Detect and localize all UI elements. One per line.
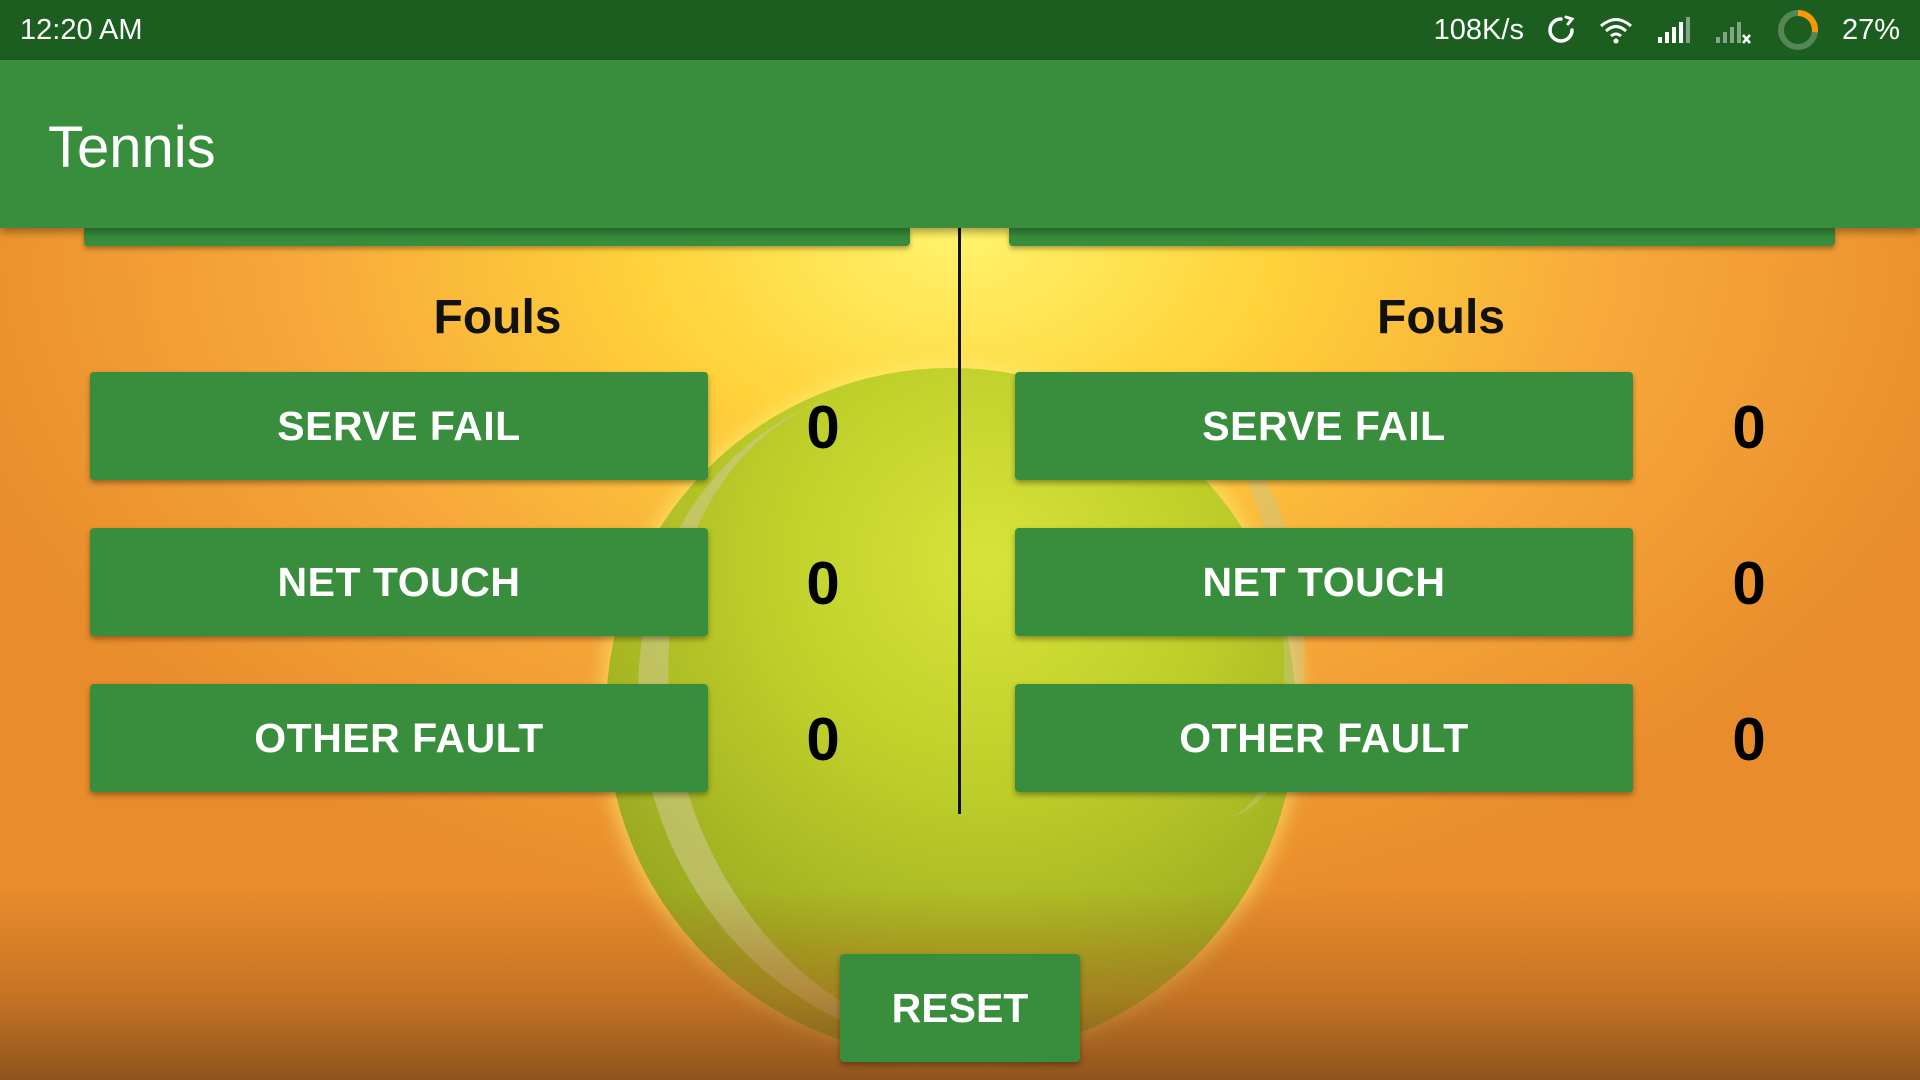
signal-icon [1656, 15, 1692, 45]
team-a-net-touch-button[interactable]: NET TOUCH [90, 528, 708, 636]
battery-percent: 27% [1841, 13, 1900, 46]
signal-no-service-icon [1714, 15, 1754, 45]
team-a-serve-fail-button[interactable]: SERVE FAIL [90, 372, 708, 480]
reset-button[interactable]: RESET [840, 954, 1080, 1062]
team-b-other-fault-button[interactable]: OTHER FAULT [1015, 684, 1633, 792]
team-a-fouls-title: Fouls [433, 291, 562, 344]
team-b-serve-fail-count: 0 [1732, 394, 1766, 461]
team-a-other-fault-count: 0 [806, 706, 840, 773]
team-a-serve-fail-count: 0 [806, 394, 840, 461]
team-a-other-fault-button[interactable]: OTHER FAULT [90, 684, 708, 792]
team-b-other-fault-count: 0 [1732, 706, 1766, 773]
network-speed: 108K/s [1433, 13, 1524, 46]
team-b-net-touch-button[interactable]: NET TOUCH [1015, 528, 1633, 636]
app-bar: Tennis [0, 60, 1920, 228]
team-a-net-touch-count: 0 [806, 550, 840, 617]
battery-ring-icon [1776, 8, 1820, 52]
app-screen: 12:20 AM 108K/s 27% Tennis Fouls SERVE F… [0, 0, 1920, 1080]
status-icons: 108K/s 27% [1434, 8, 1900, 52]
team-b-net-touch-count: 0 [1732, 550, 1766, 617]
team-b-serve-fail-button[interactable]: SERVE FAIL [1015, 372, 1633, 480]
team-b-fouls-panel: Fouls SERVE FAIL 0 NET TOUCH 0 OTHER FAU… [960, 228, 1920, 828]
status-time: 12:20 AM [20, 13, 143, 46]
app-title: Tennis [48, 115, 216, 180]
team-a-fouls-panel: Fouls SERVE FAIL 0 NET TOUCH 0 OTHER FAU… [0, 228, 960, 828]
team-b-fouls-title: Fouls [1377, 291, 1505, 344]
sync-icon [1546, 15, 1576, 45]
wifi-icon [1598, 15, 1634, 45]
status-bar: 12:20 AM 108K/s 27% [0, 0, 1920, 60]
